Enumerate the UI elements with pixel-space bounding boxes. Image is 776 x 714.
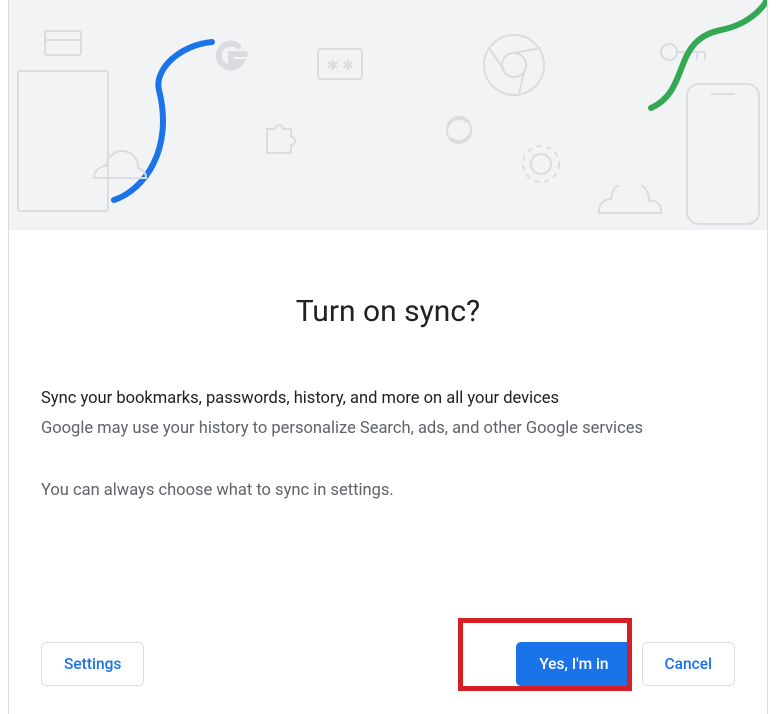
dialog-content: Turn on sync? Sync your bookmarks, passw… — [9, 230, 767, 642]
cloud-icon — [589, 185, 669, 215]
extension-icon — [259, 115, 303, 159]
cloud-icon — [84, 150, 154, 180]
body-line-2: Google may use your history to personali… — [41, 416, 735, 442]
cancel-button[interactable]: Cancel — [642, 642, 735, 686]
google-g-icon — [207, 34, 253, 80]
gear-icon — [517, 140, 565, 188]
password-icon: ✱ ✱ — [317, 48, 365, 82]
hero-illustration: ✱ ✱ — [9, 0, 767, 230]
history-icon — [439, 110, 479, 150]
settings-button[interactable]: Settings — [41, 642, 144, 686]
confirm-button[interactable]: Yes, I'm in — [516, 642, 631, 686]
dialog-title: Turn on sync? — [41, 294, 735, 329]
dialog-footer: Settings Yes, I'm in Cancel — [9, 642, 767, 714]
dialog-body: Sync your bookmarks, passwords, history,… — [41, 387, 735, 500]
svg-text:✱ ✱: ✱ ✱ — [327, 58, 354, 74]
body-line-1: Sync your bookmarks, passwords, history,… — [41, 387, 735, 412]
chrome-icon — [479, 30, 549, 100]
body-line-3: You can always choose what to sync in se… — [41, 481, 735, 500]
phone-icon — [683, 80, 763, 230]
sync-dialog: ✱ ✱ — [8, 0, 768, 714]
